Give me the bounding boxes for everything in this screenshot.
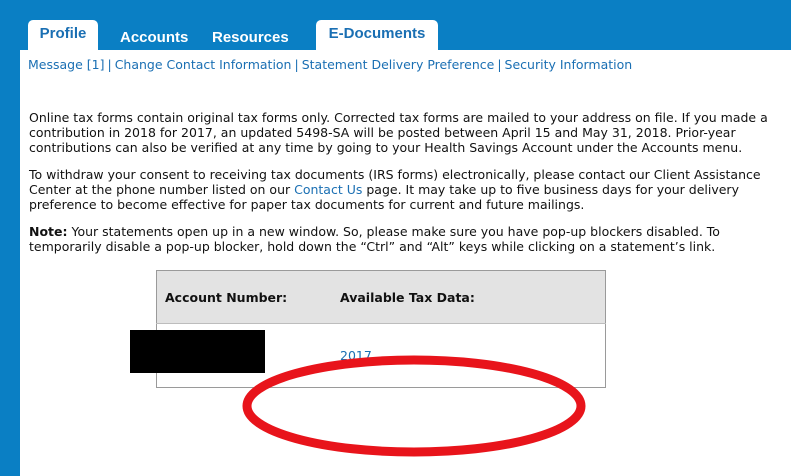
subnav-separator: | [294,57,299,72]
redaction-box [130,330,265,373]
contact-us-link[interactable]: Contact Us [294,182,362,197]
tab-profile[interactable]: Profile [28,20,98,50]
tab-resources[interactable]: Resources [212,20,302,50]
page-frame: Profile Accounts Resources E-Documents M… [0,0,791,476]
info-text: Online tax forms contain original tax fo… [29,110,774,266]
tax-year-cell: 2017 [335,323,606,388]
withdraw-consent-paragraph: To withdraw your consent to receiving ta… [29,167,774,212]
note-text: Your statements open up in a new window.… [29,224,720,254]
table-header-row: Account Number: Available Tax Data: [156,270,606,324]
note-label: Note: [29,224,68,239]
tax-forms-paragraph: Online tax forms contain original tax fo… [29,110,768,155]
content-panel: Message [1] | Change Contact Information | S… [20,50,791,476]
tax-year-link[interactable]: 2017 [340,348,372,363]
tab-accounts[interactable]: Accounts [120,20,198,50]
subnav-security-link[interactable]: Security Information [505,57,633,72]
subnav-change-contact-link[interactable]: Change Contact Information [115,57,292,72]
account-number-header: Account Number: [156,270,335,324]
available-tax-data-header: Available Tax Data: [335,270,606,324]
sub-navigation: Message [1] | Change Contact Information | S… [28,57,632,72]
main-tabs: Profile Accounts Resources E-Documents [28,20,438,50]
subnav-statement-delivery-link[interactable]: Statement Delivery Preference [302,57,495,72]
subnav-separator: | [107,57,112,72]
note-paragraph: Note: Your statements open up in a new w… [29,224,774,254]
tab-e-documents[interactable]: E-Documents [316,20,438,50]
subnav-message-link[interactable]: Message [1] [28,57,104,72]
subnav-separator: | [497,57,502,72]
